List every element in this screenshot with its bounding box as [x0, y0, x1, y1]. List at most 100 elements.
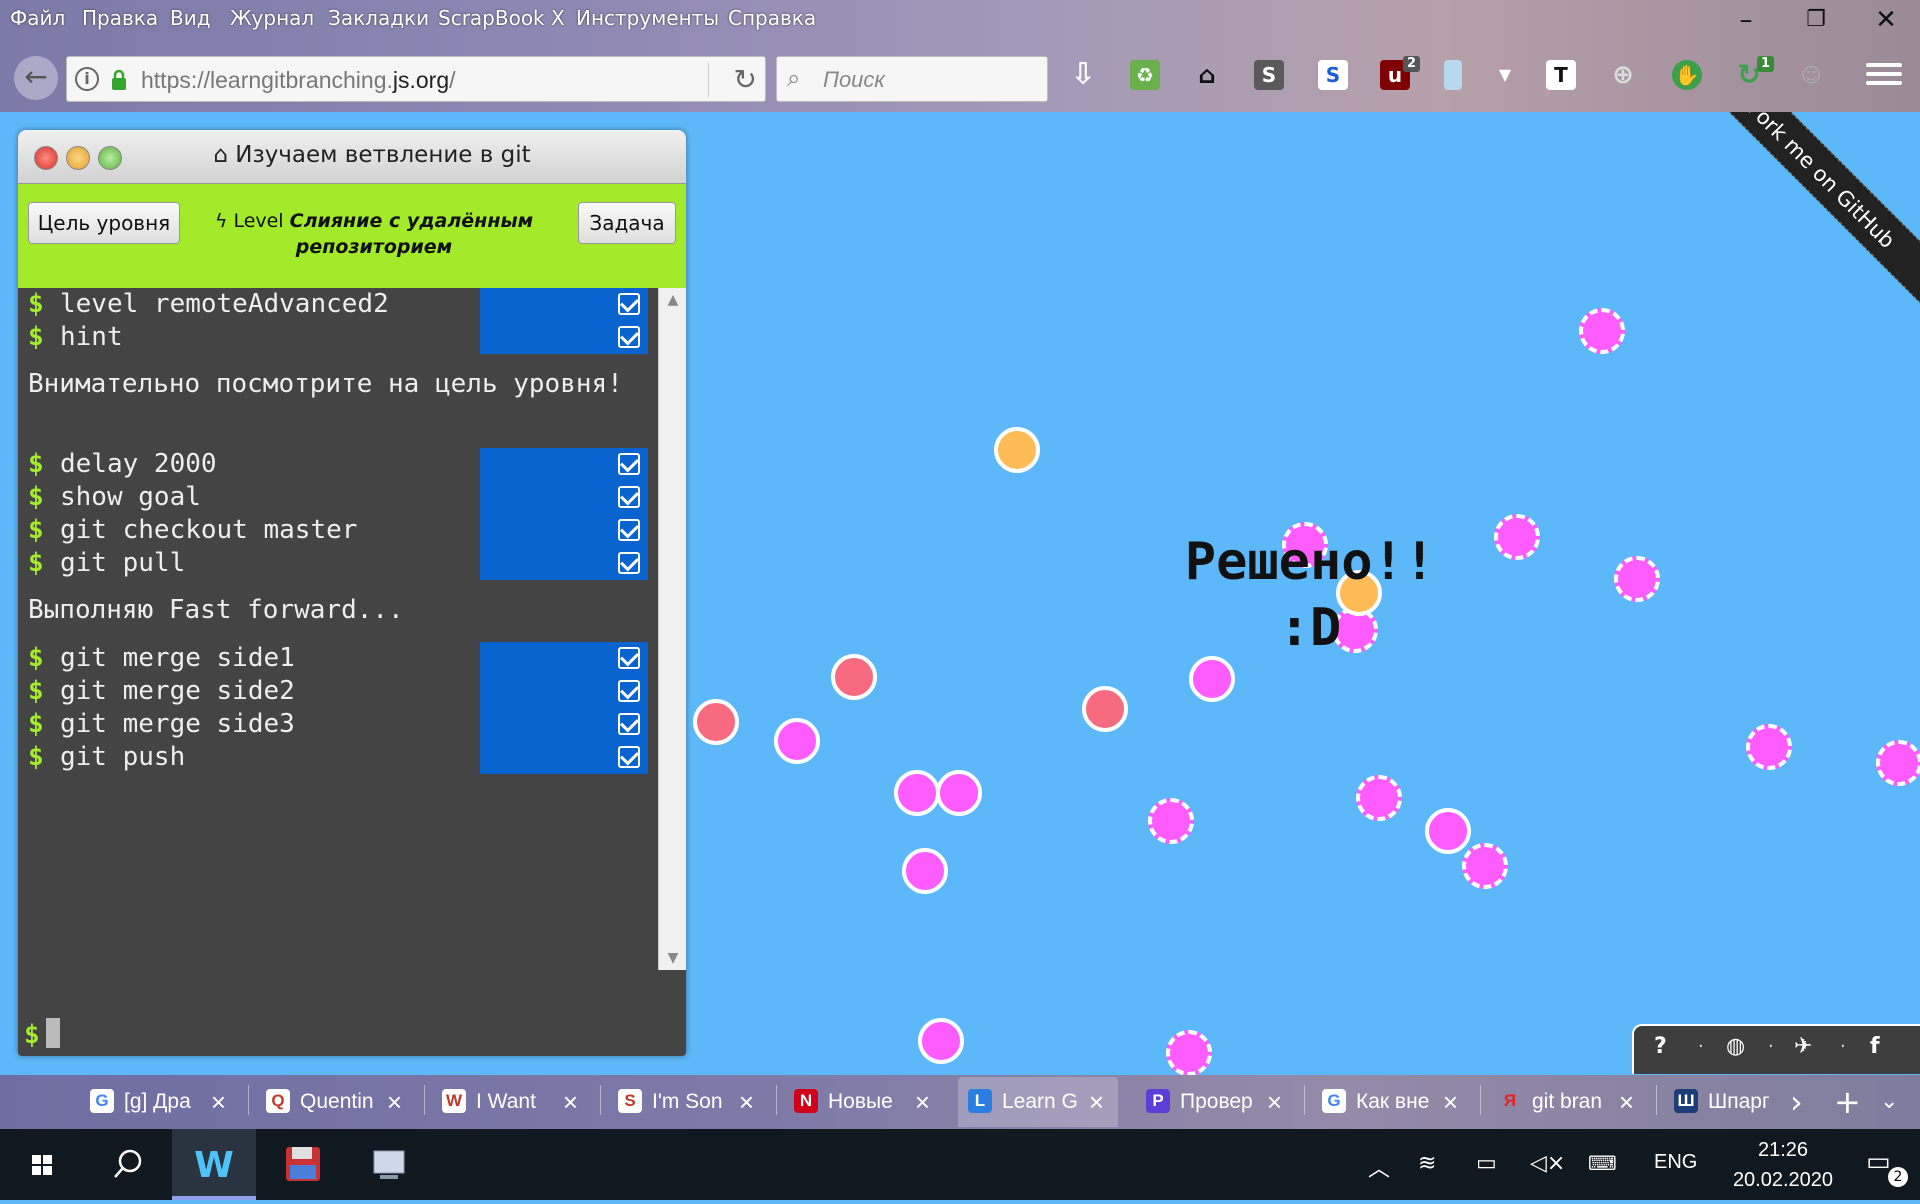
waterfox-app[interactable]: W [172, 1129, 256, 1200]
task-button[interactable]: Задача [578, 202, 676, 244]
command-line: $ git merge side3 [18, 708, 658, 741]
close-icon[interactable]: × [211, 1077, 226, 1127]
hand-icon[interactable]: ✋ [1672, 60, 1702, 90]
maximize-button[interactable]: ❐ [1786, 2, 1846, 38]
menu-history[interactable]: Журнал [230, 6, 314, 30]
ublock-icon[interactable]: u2 [1380, 56, 1420, 90]
translate-icon[interactable]: T [1546, 60, 1576, 90]
menu-scrapbook[interactable]: ScrapBook X [438, 6, 565, 30]
start-button[interactable] [0, 1129, 84, 1200]
checkbox-icon [618, 680, 640, 702]
browser-chrome: Файл Правка Вид Журнал Закладки ScrapBoo… [0, 0, 1920, 112]
download-icon[interactable]: ⇩ [1068, 60, 1098, 90]
tab-item[interactable]: Я git bran × [1488, 1077, 1648, 1127]
tab-favicon-icon: Q [266, 1089, 290, 1113]
tab-favicon-icon: Ш [1674, 1089, 1698, 1113]
scroll-down-icon[interactable]: ▼ [659, 950, 686, 966]
fork-ribbon[interactable]: Fork me on GitHub [1672, 112, 1920, 324]
back-button[interactable]: ← [14, 56, 58, 100]
menu-file[interactable]: Файл [10, 6, 65, 30]
recycle-icon[interactable]: ♻ [1130, 60, 1160, 90]
tab-item[interactable]: G Как вне × [1312, 1077, 1472, 1127]
globe-icon[interactable]: ◍ [1726, 1034, 1745, 1059]
tab-item[interactable]: Ш Шпарг [1664, 1077, 1776, 1127]
output-text: Внимательно посмотрите на цель уровня! [28, 369, 623, 399]
twitter-icon[interactable]: ✈ [1794, 1034, 1812, 1059]
menu-bookmarks[interactable]: Закладки [328, 6, 429, 30]
scrapbook-icon[interactable]: S [1254, 60, 1284, 90]
info-icon[interactable]: i [75, 67, 99, 91]
menu-help[interactable]: Справка [728, 6, 816, 30]
tab-item[interactable]: G [g] Дра × [80, 1077, 240, 1127]
scroll-up-icon[interactable]: ▲ [659, 292, 686, 308]
network-app[interactable] [346, 1129, 430, 1200]
command-line: $ git checkout master [18, 514, 658, 547]
mute-icon[interactable]: ◁× [1530, 1151, 1565, 1176]
close-icon[interactable]: × [1619, 1077, 1634, 1127]
goal-button[interactable]: Цель уровня [28, 202, 180, 244]
tab-favicon-icon: G [1322, 1089, 1346, 1113]
prompt-symbol: $ [28, 515, 44, 545]
seo-icon[interactable]: S [1318, 60, 1348, 90]
separator-dot: · [1840, 1036, 1846, 1057]
prompt-symbol: $ [28, 676, 44, 706]
chevron-right-icon[interactable]: › [1790, 1077, 1803, 1127]
menu-tools[interactable]: Инструменты [576, 6, 719, 30]
command-line: $ git pull [18, 547, 658, 580]
reload-icon[interactable]: ↻ [734, 63, 757, 96]
terminal-scrollbar[interactable]: ▲ ▼ [658, 288, 686, 970]
status-box [480, 675, 648, 708]
tab-item[interactable]: S I'm Son × [608, 1077, 768, 1127]
prompt-symbol: $ [28, 742, 44, 772]
tab-separator [1656, 1085, 1657, 1115]
tab-item[interactable]: P Провер × [1136, 1077, 1296, 1127]
wifi-icon[interactable]: ≋ [1418, 1151, 1436, 1176]
menu-icon[interactable] [1866, 58, 1902, 94]
tab-label: Провер [1180, 1090, 1253, 1113]
clock-date[interactable]: 20.02.2020 [1710, 1169, 1856, 1192]
language-indicator[interactable]: ENG [1654, 1151, 1697, 1174]
search-bar[interactable]: ⌕ Поиск [776, 56, 1048, 102]
url-bar[interactable]: i https://learngitbranching.js.org/ ↻ [66, 56, 766, 102]
tab-item[interactable]: W I Want × [432, 1077, 592, 1127]
new-tab-icon[interactable]: + [1834, 1077, 1861, 1127]
chevron-down-icon[interactable]: ⌄ [1880, 1077, 1898, 1127]
status-box [480, 741, 648, 774]
browser-app-icon: W [194, 1145, 234, 1186]
command-text: hint [60, 322, 123, 352]
save-app[interactable] [260, 1129, 344, 1200]
close-window-button[interactable]: ✕ [1856, 2, 1916, 38]
tab-item-active[interactable]: L Learn G × [958, 1077, 1118, 1127]
close-icon[interactable]: × [563, 1077, 578, 1127]
tab-item[interactable]: N Новые × [784, 1077, 944, 1127]
people-icon[interactable]: ☺ [1796, 60, 1826, 90]
chevron-up-icon[interactable]: ︿ [1368, 1151, 1390, 1183]
close-icon[interactable]: × [1267, 1077, 1282, 1127]
keyboard-icon[interactable]: ⌨ [1588, 1151, 1617, 1175]
commit-node [1614, 556, 1660, 602]
clock-time[interactable]: 21:26 [1738, 1139, 1828, 1162]
tab-item[interactable]: Q Quentin × [256, 1077, 416, 1127]
bookmark-icon[interactable] [1444, 60, 1462, 90]
menu-view[interactable]: Вид [170, 6, 211, 30]
close-icon[interactable]: × [387, 1077, 402, 1127]
help-icon[interactable]: ? [1654, 1034, 1667, 1059]
close-icon[interactable]: × [739, 1077, 754, 1127]
close-icon[interactable]: × [915, 1077, 930, 1127]
command-input[interactable] [46, 1018, 60, 1048]
search-icon [114, 1149, 142, 1178]
battery-icon[interactable]: ▭ [1476, 1151, 1497, 1176]
sync-icon[interactable]: ↻ 1 [1734, 56, 1774, 90]
chevron-down-icon[interactable]: ▼ [1490, 60, 1520, 90]
home-icon: ⌂ [213, 142, 228, 168]
menu-edit[interactable]: Правка [82, 6, 158, 30]
tab-label: I'm Son [652, 1090, 723, 1113]
notifications-icon[interactable]: ▭ [1866, 1147, 1891, 1177]
close-icon[interactable]: × [1089, 1077, 1104, 1127]
gift-icon[interactable]: ⌂ [1192, 60, 1222, 90]
globe-icon[interactable]: ⊕ [1608, 60, 1638, 90]
close-icon[interactable]: × [1443, 1077, 1458, 1127]
minimize-button[interactable]: – [1716, 2, 1776, 38]
search-button[interactable] [84, 1129, 168, 1200]
facebook-icon[interactable]: f [1870, 1034, 1880, 1059]
